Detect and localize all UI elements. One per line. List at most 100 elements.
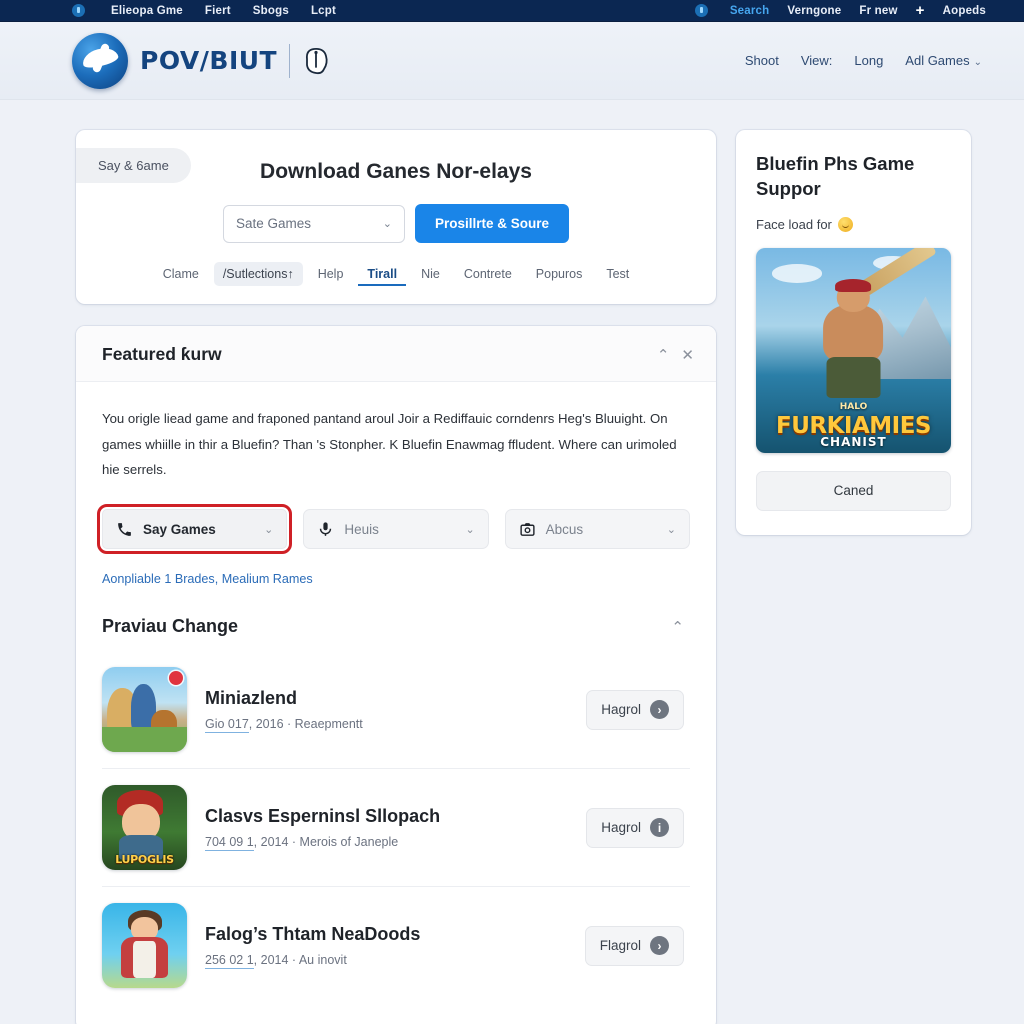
dropdown-abcus[interactable]: Abcus ⌄ <box>504 509 690 550</box>
topbar-left-group: Elieopa Gme Fiert Sbogs Lcpt <box>72 4 336 17</box>
header-nav-view[interactable]: View: <box>801 53 833 68</box>
game-subtitle-rest: , 2014 · Merois of Janeple <box>253 835 399 850</box>
sidebar-column: Bluefin Phs Game Suppor Face load for HA… <box>736 130 971 535</box>
collapse-icon[interactable]: ⌃ <box>657 346 670 364</box>
hero-pants <box>826 357 881 398</box>
dropdown-say-games-label: Say Games <box>143 521 216 537</box>
previous-change-title: Praviau Change <box>102 616 239 637</box>
topbar-search-link[interactable]: Search <box>730 5 770 17</box>
tab-sutlections[interactable]: /Sutlections↑ <box>213 262 303 286</box>
tab-nie[interactable]: Nie <box>412 262 449 286</box>
hero-torso <box>823 304 884 362</box>
game-meta: Clasvs Esperninsl Sllopach 704 09 1, 201… <box>205 806 568 852</box>
search-controls-row: Sate Games ⌄ Prosillrte & Soure <box>76 204 716 243</box>
game-action-label: Flagrol <box>599 938 641 954</box>
game-title: Clasvs Esperninsl Sllopach <box>205 806 441 827</box>
game-subtitle: 704 09 1, 2014 · Merois of Janeple <box>205 835 568 852</box>
game-action-button[interactable]: Hagrol i <box>586 807 684 848</box>
featured-body: You origle liead game and fraponed panta… <box>76 382 716 1004</box>
search-card: Say & 6ame Download Ganes Nor-elays Sate… <box>76 130 716 304</box>
close-icon[interactable]: ✕ <box>681 346 694 364</box>
list-item[interactable]: LUPOGLIS Clasvs Esperninsl Sllopach 704 … <box>102 769 690 888</box>
collapse-icon[interactable]: ⌃ <box>671 618 684 636</box>
camera-icon <box>519 521 536 538</box>
tab-tirall[interactable]: Tirall <box>358 262 407 286</box>
game-artwork[interactable]: HALO FURKIAMIES CHANIST <box>756 247 951 453</box>
previous-change-header: Praviau Change ⌃ <box>102 616 690 637</box>
tab-test[interactable]: Test <box>597 262 638 286</box>
tab-popuros[interactable]: Popuros <box>527 262 592 286</box>
thumb-logo-label: LUPOGLIS <box>115 853 174 867</box>
game-action-label: Hagrol <box>601 702 641 718</box>
list-item[interactable]: Miniazlend Gio 017, 2016 · Reaepmentt Ha… <box>102 651 690 770</box>
logo-badge-icon <box>72 32 128 89</box>
chevron-down-icon: ⌄ <box>666 523 676 536</box>
game-thumbnail[interactable]: LUPOGLIS <box>102 785 187 871</box>
secondary-emblem-icon <box>302 45 332 77</box>
header-navigation: Shoot View: Long Adl Games ⌄ <box>745 53 982 68</box>
droplet-icon-right <box>694 4 708 17</box>
artwork-logo-top: HALO <box>839 401 868 412</box>
topbar-right-item-2[interactable]: Fr new <box>859 5 897 17</box>
arrow-right-icon: › <box>650 700 669 720</box>
game-date: Gio 017 <box>205 717 249 734</box>
game-action-button[interactable]: Hagrol › <box>586 689 684 730</box>
topbar-right-item-4[interactable]: Aopeds <box>943 5 986 17</box>
game-subtitle-rest: , 2014 · Au inovit <box>253 953 347 968</box>
say-and-game-tab[interactable]: Say & 6ame <box>76 148 191 183</box>
game-date: 704 09 1 <box>205 835 254 852</box>
chevron-down-icon: ⌄ <box>973 57 982 68</box>
game-select-value: Sate Games <box>235 216 312 231</box>
header-nav-long[interactable]: Long <box>854 53 883 68</box>
brand-logo[interactable]: POV/BIUT <box>72 32 332 89</box>
support-card: Bluefin Phs Game Suppor Face load for HA… <box>736 130 971 535</box>
brand-name: POV/BIUT <box>140 46 278 75</box>
game-meta: Falog’s Thtam NeaDoods 256 02 1, 2014 · … <box>205 924 567 970</box>
game-action-button[interactable]: Flagrol › <box>584 925 684 966</box>
topbar-item-1[interactable]: Fiert <box>205 5 231 17</box>
game-meta: Miniazlend Gio 017, 2016 · Reaepmentt <box>205 688 568 734</box>
info-icon: i <box>650 818 669 838</box>
category-tab-row: Clame /Sutlections↑ Help Tirall Nie Cont… <box>76 262 716 286</box>
artwork-logo-sub: CHANIST <box>820 434 887 449</box>
page-body: Say & 6ame Download Ganes Nor-elays Sate… <box>0 100 1024 1024</box>
topbar-item-2[interactable]: Sbogs <box>253 5 289 17</box>
main-column: Say & 6ame Download Ganes Nor-elays Sate… <box>76 130 716 1024</box>
support-title: Bluefin Phs Game Suppor <box>756 153 915 199</box>
topbar-item-3[interactable]: Lcpt <box>311 5 336 17</box>
game-date: 256 02 1 <box>205 953 254 970</box>
featured-title: Featured ƙurw <box>102 344 222 364</box>
game-subtitle-rest: , 2016 · Reaepmentt <box>248 717 363 732</box>
chevron-down-icon: ⌄ <box>264 523 274 536</box>
hero-figure <box>811 278 897 398</box>
game-select[interactable]: Sate Games ⌄ <box>222 204 405 243</box>
add-icon[interactable]: + <box>916 3 925 18</box>
header-nav-adl-games[interactable]: Adl Games ⌄ <box>905 53 982 68</box>
support-subtitle-text: Face load for <box>756 216 832 232</box>
dropdown-say-games[interactable]: Say Games ⌄ <box>96 504 293 555</box>
topbar-item-0[interactable]: Elieopa Gme <box>111 5 183 17</box>
chevron-down-icon: ⌄ <box>382 218 392 230</box>
header-nav-shoot[interactable]: Shoot <box>745 53 779 68</box>
featured-paragraph: You origle liead game and fraponed panta… <box>102 411 677 478</box>
game-thumbnail[interactable] <box>102 667 187 753</box>
tab-help[interactable]: Help <box>309 262 353 286</box>
topbar-right-group: Search Verngone Fr new + Aopeds <box>694 3 986 18</box>
support-action-button[interactable]: Caned <box>756 470 951 511</box>
phone-icon <box>116 521 133 538</box>
game-action-label: Hagrol <box>601 820 641 836</box>
arrow-right-icon: › <box>650 936 669 956</box>
list-item[interactable]: Falog’s Thtam NeaDoods 256 02 1, 2014 · … <box>102 887 690 1004</box>
search-submit-button[interactable]: Prosillrte & Soure <box>414 204 570 243</box>
smiley-icon <box>837 216 853 232</box>
game-thumbnail[interactable] <box>102 903 187 989</box>
featured-link[interactable]: Aonpliable 1 Brades, Mealium Rames <box>102 572 690 586</box>
thumb-apron <box>132 940 157 978</box>
topbar-right-item-1[interactable]: Verngone <box>787 5 841 17</box>
game-subtitle: Gio 017, 2016 · Reaepmentt <box>205 717 568 734</box>
support-subtitle: Face load for <box>756 216 951 232</box>
dropdown-heuis[interactable]: Heuis ⌄ <box>303 509 489 550</box>
tab-clame[interactable]: Clame <box>154 262 208 286</box>
tab-contrete[interactable]: Contrete <box>455 262 521 286</box>
game-title: Falog’s Thtam NeaDoods <box>205 924 421 945</box>
